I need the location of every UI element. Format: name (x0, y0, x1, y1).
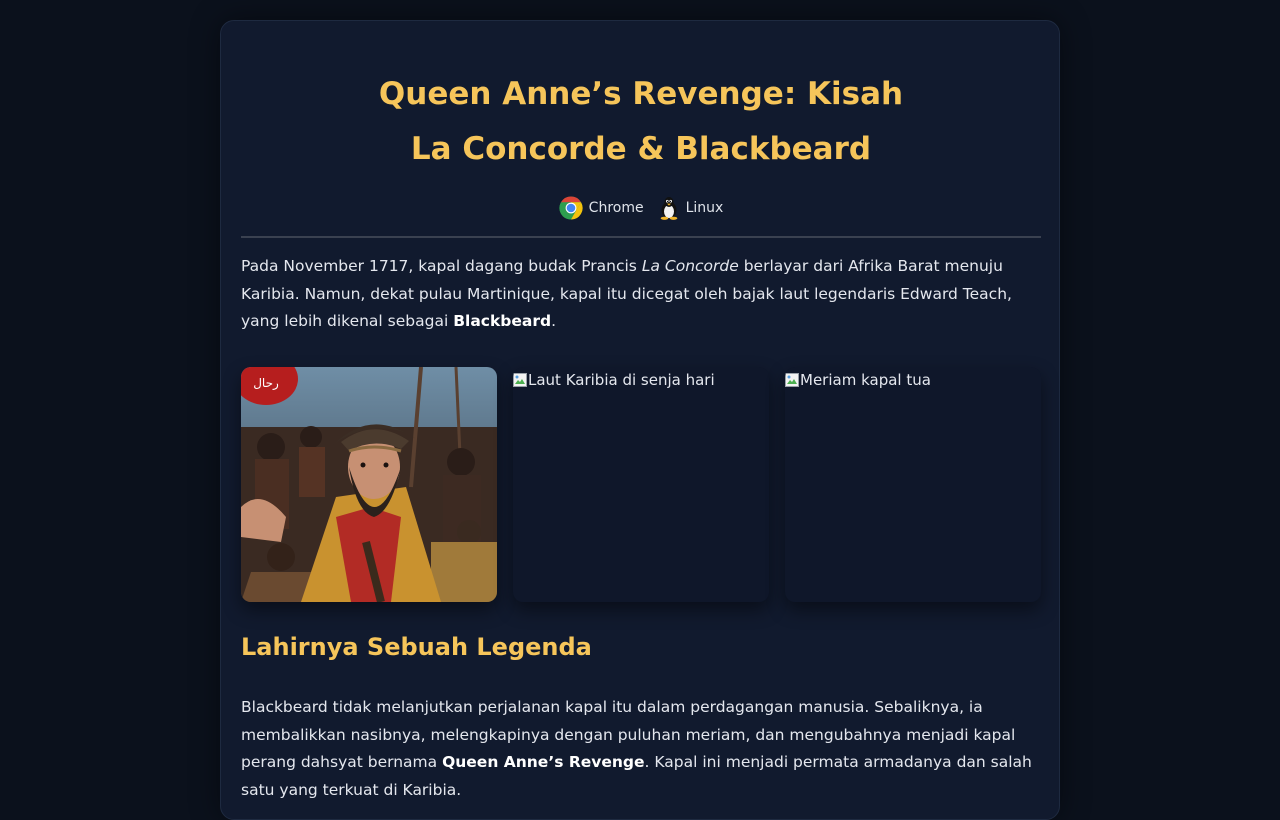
broken-image-placeholder: Laut Karibia di senja hari (513, 371, 715, 389)
chrome-icon (559, 196, 583, 220)
article-title-line2: La Concorde & Blackbeard (410, 131, 872, 167)
broken-image-icon (513, 373, 527, 387)
image-alt-text: Laut Karibia di senja hari (528, 371, 715, 389)
broken-image-placeholder: Meriam kapal tua (785, 371, 931, 389)
gallery-image-old-cannon[interactable]: Meriam kapal tua (785, 367, 1041, 602)
intro-pirate-name: Blackbeard (453, 312, 552, 330)
article-card: Queen Anne’s Revenge: Kisah La Concorde … (220, 20, 1060, 820)
intro-paragraph: Pada November 1717, kapal dagang budak P… (241, 253, 1041, 336)
section-heading: Lahirnya Sebuah Legenda (241, 633, 592, 661)
broken-image-icon (785, 373, 799, 387)
gallery-image-caribbean-sea[interactable]: Laut Karibia di senja hari (513, 367, 769, 602)
intro-text-1: Pada November 1717, kapal dagang budak P… (241, 257, 642, 275)
article-title-line1: Queen Anne’s Revenge: Kisah (378, 76, 904, 112)
badge-chrome: Chrome (559, 196, 644, 220)
badge-chrome-label: Chrome (588, 200, 644, 216)
section-ship-name: Queen Anne’s Revenge (442, 753, 645, 771)
gallery-image-pirate[interactable]: رحال (241, 367, 497, 602)
intro-text-3: . (551, 312, 557, 330)
gallery-badge-text: رحال (253, 376, 279, 391)
title-divider (241, 236, 1041, 238)
intro-ship-name: La Concorde (641, 257, 739, 275)
platform-badges: Chrome Linux (221, 196, 1061, 220)
image-gallery: رحال Laut Karibia di senja hari Meriam k… (241, 367, 1041, 602)
pirate-crew-illustration: رحال (241, 367, 497, 602)
badge-linux: Linux (658, 196, 724, 220)
article-title: Queen Anne’s Revenge: Kisah La Concorde … (221, 67, 1061, 177)
linux-tux-icon (660, 197, 677, 220)
image-alt-text: Meriam kapal tua (800, 371, 931, 389)
section-paragraph: Blackbeard tidak melanjutkan perjalanan … (241, 694, 1041, 804)
badge-linux-label: Linux (685, 200, 724, 216)
